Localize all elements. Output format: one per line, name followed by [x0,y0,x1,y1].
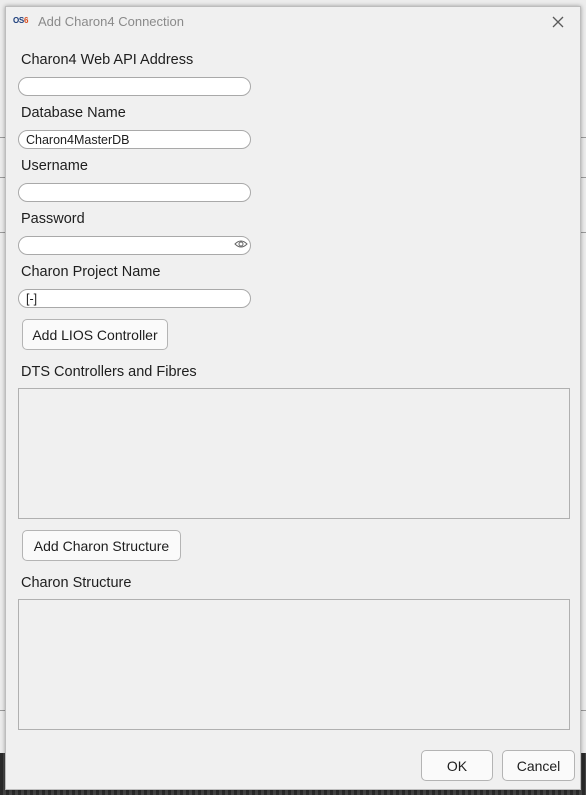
web-api-label: Charon4 Web API Address [21,52,194,68]
app-logo-accent: 6 [23,16,29,25]
project-name-label: Charon Project Name [21,264,161,280]
ok-button[interactable]: OK [421,750,493,781]
add-charon-structure-button[interactable]: Add Charon Structure [22,530,181,561]
web-api-input[interactable] [18,77,251,96]
dts-controllers-label: DTS Controllers and Fibres [21,364,197,380]
add-connection-dialog: OS6 Add Charon4 Connection Charon4 Web A… [5,6,581,790]
add-lios-controller-button[interactable]: Add LIOS Controller [22,319,168,350]
dialog-title: Add Charon4 Connection [38,14,184,29]
username-input[interactable] [18,183,251,202]
database-name-label: Database Name [21,105,126,121]
app-logo-icon: OS6 [13,15,31,27]
username-label: Username [21,158,88,174]
close-button[interactable] [547,11,569,33]
dts-controllers-list[interactable] [18,388,570,519]
password-input[interactable] [18,236,251,255]
charon-structure-list[interactable] [18,599,570,730]
project-name-input[interactable] [18,289,251,308]
eye-icon[interactable] [234,239,248,249]
password-label: Password [21,211,85,227]
title-bar: OS6 Add Charon4 Connection [6,7,580,37]
cancel-button[interactable]: Cancel [502,750,575,781]
close-icon [552,16,564,28]
database-name-input[interactable] [18,130,251,149]
charon-structure-label: Charon Structure [21,575,132,591]
app-logo-text: OS [13,16,24,25]
